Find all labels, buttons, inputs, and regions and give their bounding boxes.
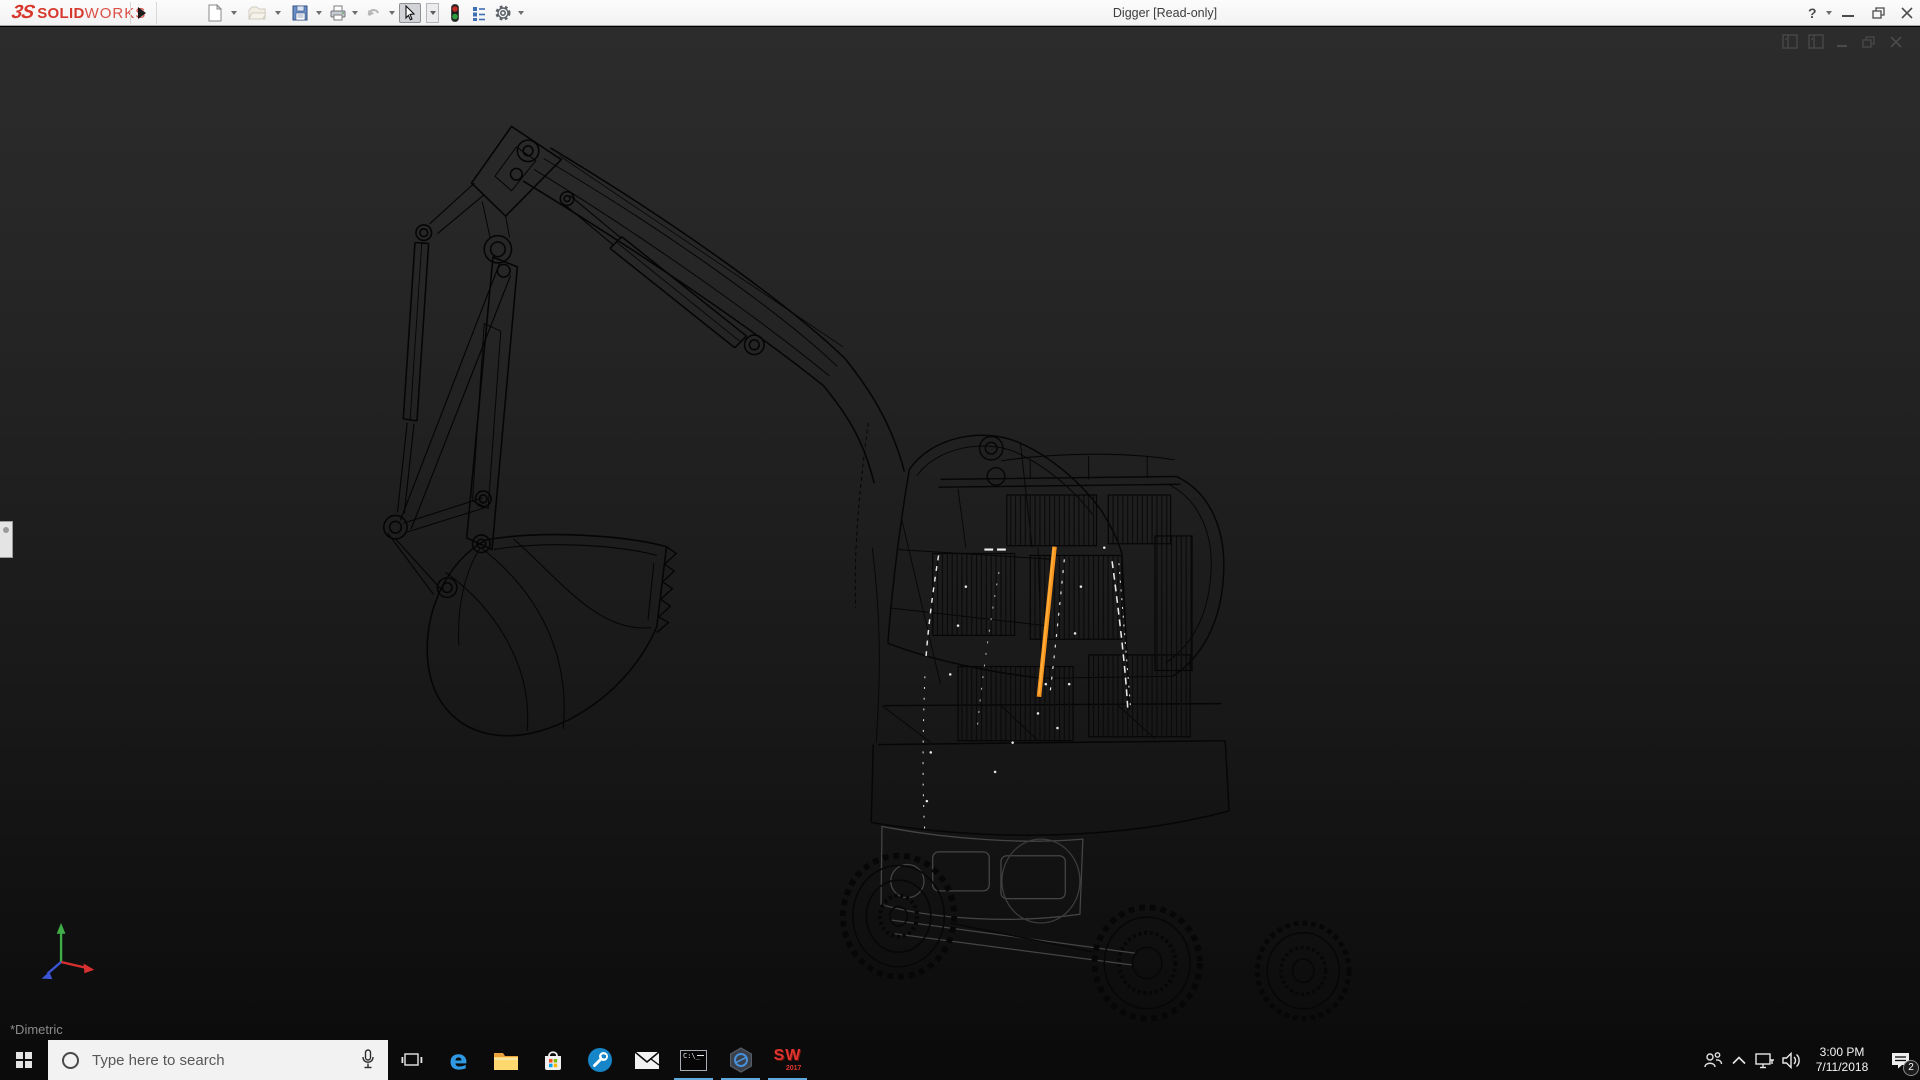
- solidworks-logo-mark: 3S: [10, 2, 36, 24]
- start-button[interactable]: [0, 1040, 48, 1080]
- save-dropdown-caret[interactable]: [316, 11, 322, 15]
- view-orientation-label: *Dimetric: [10, 1022, 63, 1037]
- select-tool-button[interactable]: [399, 3, 421, 23]
- hexagon-app-icon: [728, 1047, 754, 1073]
- task-view-button[interactable]: [388, 1040, 435, 1080]
- orientation-triad: [42, 923, 95, 979]
- undo-button[interactable]: [362, 3, 384, 23]
- boom-wireframe: [384, 126, 905, 597]
- clock-date: 7/11/2018: [1810, 1060, 1874, 1075]
- menu-flyout-arrow-icon[interactable]: [138, 7, 146, 19]
- open-dropdown-caret[interactable]: [275, 11, 281, 15]
- search-input[interactable]: Type here to search: [48, 1040, 388, 1080]
- print-icon: [329, 4, 347, 22]
- undo-dropdown-caret[interactable]: [389, 11, 395, 15]
- people-button[interactable]: [1700, 1040, 1726, 1080]
- wrench-circle-icon: [587, 1047, 613, 1073]
- divider: [130, 2, 131, 24]
- speaker-icon: [1782, 1052, 1801, 1069]
- taskbar-app-command-prompt[interactable]: C:\_: [670, 1040, 717, 1080]
- open-folder-icon: [248, 4, 266, 22]
- system-tray: 3:00 PM 7/11/2018 2: [1700, 1040, 1920, 1080]
- bucket-wireframe: [427, 535, 676, 736]
- command-prompt-icon: C:\_: [680, 1050, 707, 1071]
- print-button[interactable]: [327, 3, 349, 23]
- taskbar-app-tool[interactable]: [576, 1040, 623, 1080]
- minimize-button[interactable]: [1842, 15, 1854, 17]
- help-dropdown-caret[interactable]: [1826, 11, 1832, 15]
- task-view-icon: [401, 1051, 423, 1069]
- close-button[interactable]: [1899, 0, 1915, 26]
- titlebar: 3S SOLID WORKS: [0, 0, 1920, 26]
- microphone-icon[interactable]: [361, 1049, 375, 1070]
- settings-button[interactable]: [492, 3, 514, 23]
- volume-button[interactable]: [1778, 1040, 1804, 1080]
- notification-badge: 2: [1903, 1060, 1919, 1076]
- people-icon: [1703, 1051, 1723, 1069]
- taskbar-app-edge[interactable]: e: [435, 1040, 482, 1080]
- options-list-button[interactable]: [468, 3, 490, 23]
- divider: [156, 2, 157, 24]
- settings-dropdown-caret[interactable]: [518, 11, 524, 15]
- clock-time: 3:00 PM: [1810, 1045, 1874, 1060]
- solidworks-logo-solid: SOLID: [37, 5, 84, 22]
- solidworks-icon-text: SW: [774, 1048, 802, 1064]
- windows-logo-icon: [16, 1052, 32, 1068]
- mail-envelope-icon: [634, 1051, 660, 1070]
- excavator-wireframe: [0, 27, 1920, 1040]
- new-document-icon: [206, 4, 224, 22]
- restore-icon: [1870, 5, 1886, 21]
- solidworks-icon-year: 2017: [786, 1065, 802, 1072]
- network-button[interactable]: [1752, 1040, 1778, 1080]
- open-button[interactable]: [246, 3, 268, 23]
- undo-icon: [364, 4, 382, 22]
- select-cursor-icon: [401, 4, 419, 22]
- close-icon: [1899, 5, 1915, 21]
- cortana-icon: [62, 1052, 79, 1069]
- traffic-light-icon: [446, 4, 464, 22]
- select-dropdown-caret[interactable]: [426, 3, 439, 23]
- options-list-icon: [470, 4, 488, 22]
- solidworks-logo: 3S SOLID WORKS: [12, 1, 146, 25]
- gear-icon: [494, 4, 512, 22]
- solidworks-2017-icon: SW 2017: [774, 1048, 802, 1072]
- edge-icon: e: [449, 1047, 467, 1074]
- print-dropdown-caret[interactable]: [352, 11, 358, 15]
- help-button[interactable]: ?: [1808, 0, 1817, 26]
- search-placeholder: Type here to search: [92, 1052, 225, 1069]
- taskbar-app-hexagon[interactable]: [717, 1040, 764, 1080]
- taskbar-app-mail[interactable]: [623, 1040, 670, 1080]
- restore-button[interactable]: [1870, 0, 1886, 26]
- network-ethernet-icon: [1755, 1052, 1775, 1069]
- save-floppy-icon: [291, 4, 309, 22]
- file-explorer-icon: [493, 1050, 519, 1071]
- new-document-button[interactable]: [204, 3, 226, 23]
- window-title: Digger [Read-only]: [1040, 0, 1290, 26]
- action-center-button[interactable]: 2: [1880, 1040, 1920, 1080]
- graphics-viewport[interactable]: *Dimetric: [0, 27, 1920, 1040]
- taskbar-app-solidworks[interactable]: SW 2017: [764, 1040, 811, 1080]
- display-states-button[interactable]: [444, 3, 466, 23]
- taskbar-app-file-explorer[interactable]: [482, 1040, 529, 1080]
- store-icon: [541, 1049, 565, 1072]
- chevron-up-icon: [1732, 1056, 1746, 1065]
- hidden-icons-button[interactable]: [1726, 1040, 1752, 1080]
- save-button[interactable]: [289, 3, 311, 23]
- new-dropdown-caret[interactable]: [231, 11, 237, 15]
- taskbar: Type here to search e: [0, 1040, 1920, 1080]
- solidworks-logo-works: WORKS: [85, 5, 147, 22]
- body-wireframe: [871, 454, 1229, 835]
- taskbar-clock[interactable]: 3:00 PM 7/11/2018: [1810, 1045, 1874, 1075]
- taskbar-app-store[interactable]: [529, 1040, 576, 1080]
